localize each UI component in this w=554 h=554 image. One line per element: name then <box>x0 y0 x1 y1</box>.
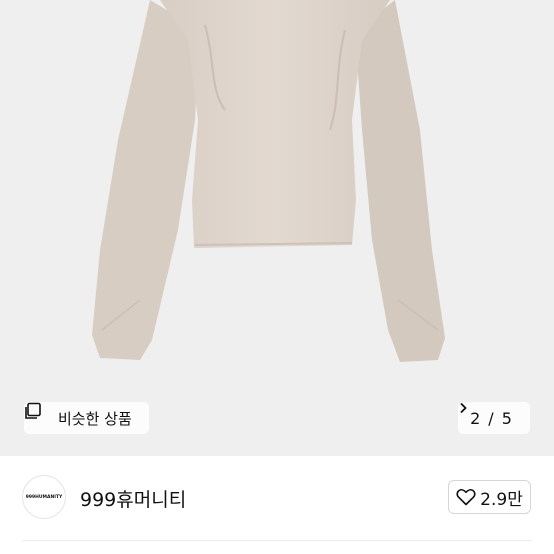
divider <box>22 540 532 541</box>
image-pager[interactable]: 2 / 5 <box>458 402 530 434</box>
pager-current: 2 <box>470 408 481 428</box>
similar-items-button[interactable]: 비슷한 상품 <box>24 402 149 434</box>
seller-avatar-logo: 999HUMANITY <box>25 494 63 500</box>
product-image-carousel[interactable]: 비슷한 상품 2 / 5 <box>0 0 554 456</box>
seller-name[interactable]: 999휴머니티 <box>80 485 186 512</box>
similar-items-icon <box>25 402 52 427</box>
pager-total: 5 <box>501 408 512 428</box>
product-photo <box>92 0 445 362</box>
seller-bar: 999HUMANITY 999휴머니티 2.9만 <box>0 456 554 538</box>
like-button[interactable]: 2.9만 <box>448 480 531 514</box>
heart-outline-icon <box>456 488 476 506</box>
seller-avatar[interactable]: 999HUMANITY <box>22 475 66 519</box>
similar-items-label: 비슷한 상품 <box>58 409 132 428</box>
pager-separator: / <box>488 408 494 428</box>
like-count: 2.9만 <box>480 489 523 510</box>
